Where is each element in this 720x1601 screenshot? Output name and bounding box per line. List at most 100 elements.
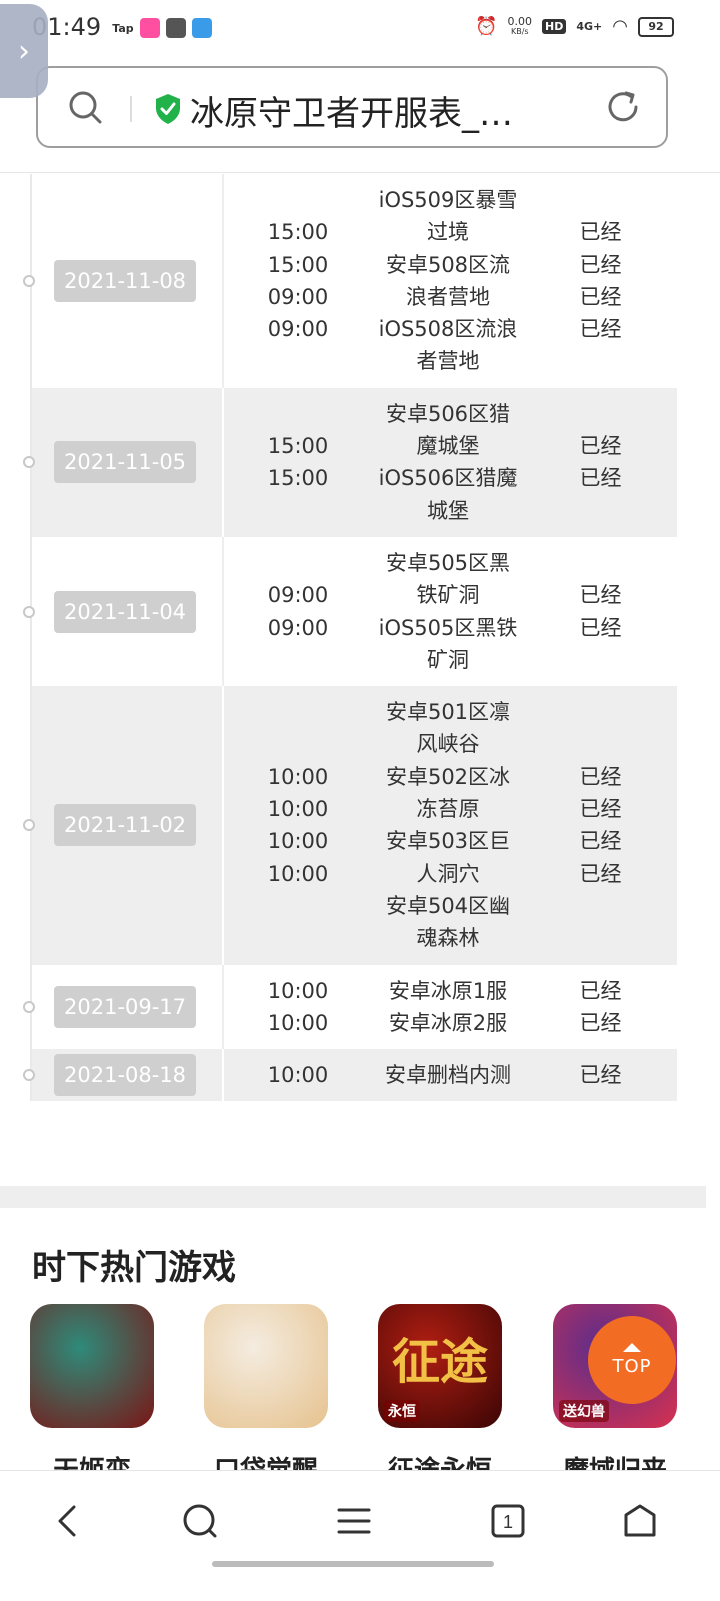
game-card[interactable]: 天姬变 <box>30 1304 154 1487</box>
message-icon <box>166 18 186 38</box>
arrow-up-icon <box>623 1343 641 1352</box>
server-name-text: 安卓冰原1服 <box>388 978 508 1003</box>
server-name-text: 冻苔原 <box>416 797 480 822</box>
tap-app-icon: Tap <box>112 21 134 35</box>
server-name-text: 安卓508区流 <box>385 252 511 277</box>
menu-icon[interactable] <box>334 1501 374 1541</box>
table-row: 2021-11-04 09:00 09:00 安卓505区黑 铁矿洞 iOS505区黑铁矿… <box>23 536 677 687</box>
status-text: 已经 <box>579 284 622 309</box>
divider <box>0 172 720 173</box>
address-bar[interactable]: 冰原守卫者开服表_… <box>36 66 668 148</box>
date-badge: 2021-11-08 <box>54 259 197 302</box>
game-card[interactable]: 口袋觉醒 <box>204 1304 328 1487</box>
date-badge: 2021-11-05 <box>54 441 197 484</box>
status-right: ⏰ 0.00 KB/s HD 4G+ ◠ 92 <box>475 16 674 37</box>
status-cell: 已经 已经 已经 已经 <box>524 174 677 388</box>
time-text: 15:00 <box>267 252 329 277</box>
home-indicator[interactable] <box>212 1561 494 1567</box>
back-icon[interactable] <box>48 1501 88 1541</box>
server-name-text: 铁矿洞 <box>416 583 480 608</box>
server-name-text: 风峡谷 <box>416 732 480 757</box>
game-card[interactable]: 征途永恒征途永恒 <box>378 1304 502 1487</box>
time-cell: 10:00 10:00 10:00 10:00 <box>224 686 372 964</box>
time-text: 10:00 <box>267 829 329 854</box>
server-name-text: 魔城堡 <box>416 434 480 459</box>
time-text: 09:00 <box>267 317 329 342</box>
date-badge: 2021-11-04 <box>54 590 197 633</box>
server-name-text: 安卓503区巨 <box>385 829 511 854</box>
hot-games-title: 时下热门游戏 <box>32 1248 236 1288</box>
hd-icon: HD <box>542 19 567 34</box>
server-name-cell: 安卓505区黑 铁矿洞 iOS505区黑铁 矿洞 <box>372 537 524 686</box>
time-cell: 09:00 09:00 <box>224 537 372 686</box>
status-text: 已经 <box>579 797 622 822</box>
time-text: 15:00 <box>267 220 329 245</box>
server-name-cell: 安卓冰原1服 安卓冰原2服 <box>372 965 524 1050</box>
chevron-right-icon: › <box>18 33 30 69</box>
status-text: 已经 <box>579 252 622 277</box>
server-name-cell: 安卓删档内测 <box>372 1049 524 1101</box>
notification-icons: Tap <box>112 18 212 38</box>
table-row: 2021-08-18 10:00 安卓删档内测 已经 <box>23 1049 677 1102</box>
time-text: 15:00 <box>267 434 329 459</box>
date-badge: 2021-08-18 <box>54 1054 197 1097</box>
tabs-icon[interactable]: 1 <box>488 1501 528 1541</box>
send-app-icon <box>192 18 212 38</box>
reload-icon[interactable] <box>604 88 642 126</box>
battery-icon: 92 <box>638 16 674 37</box>
time-text: 09:00 <box>267 583 329 608</box>
home-icon[interactable] <box>620 1501 660 1541</box>
time-cell: 10:00 <box>224 1049 372 1101</box>
server-name-cell: 安卓506区猎 魔城堡 iOS506区猎魔 城堡 <box>372 388 524 537</box>
table-row: 2021-11-08 15:00 15:00 09:00 09:00 iOS509区暴雪过… <box>23 174 677 388</box>
back-to-top-button[interactable]: TOP <box>588 1316 676 1404</box>
server-name-text: iOS506区猎魔 <box>378 466 518 491</box>
server-name-text: 安卓502区冰 <box>385 764 511 789</box>
app-notification-icon <box>140 18 160 38</box>
timeline-dot-icon <box>23 1000 35 1013</box>
signal-icon: 4G+ <box>576 20 603 33</box>
server-name-text: 过境 <box>427 220 469 245</box>
game-icon[interactable]: 征途 永恒 <box>378 1304 502 1428</box>
search-icon[interactable] <box>180 1501 220 1541</box>
server-name-text: 矿洞 <box>427 647 469 672</box>
status-cell: 已经 已经 <box>524 537 677 686</box>
time-text: 10:00 <box>267 797 329 822</box>
time-text: 09:00 <box>267 284 329 309</box>
status-text: 已经 <box>579 434 622 459</box>
game-icon-text: 征途 <box>391 1334 488 1390</box>
sidebar-expand-tab[interactable]: › <box>0 4 48 98</box>
svg-text:1: 1 <box>503 1512 513 1532</box>
date-cell: 2021-08-18 <box>23 1049 224 1102</box>
hot-games-list: 天姬变口袋觉醒征途永恒征途永恒送幻兽魔域归来 <box>30 1304 690 1486</box>
search-icon[interactable] <box>68 90 102 124</box>
status-text: 已经 <box>579 861 622 886</box>
game-icon[interactable] <box>204 1304 328 1428</box>
status-cell: 已经 <box>524 1049 677 1101</box>
section-separator <box>0 1186 706 1208</box>
server-name-text: 浪者营地 <box>406 284 490 309</box>
game-icon[interactable] <box>30 1304 154 1428</box>
date-cell: 2021-11-05 <box>23 387 224 537</box>
status-cell: 已经 已经 已经 已经 <box>524 686 677 964</box>
server-name-text: 安卓504区幽 <box>385 893 511 918</box>
status-text: 已经 <box>579 829 622 854</box>
date-cell: 2021-09-17 <box>23 964 224 1050</box>
timeline-dot-icon <box>23 456 35 469</box>
status-bar: 01:49 Tap ⏰ 0.00 KB/s HD 4G+ ◠ 92 <box>0 0 720 58</box>
server-name-text: 安卓冰原2服 <box>388 1010 508 1035</box>
server-name-text: 城堡 <box>427 498 469 523</box>
alarm-icon: ⏰ <box>475 16 498 37</box>
time-cell: 15:00 15:00 09:00 09:00 <box>224 174 372 388</box>
server-name-text: 者营地 <box>416 349 480 374</box>
status-text: 已经 <box>579 978 622 1003</box>
time-text: 15:00 <box>267 466 329 491</box>
wifi-icon: ◠ <box>612 16 628 37</box>
date-cell: 2021-11-04 <box>23 536 224 687</box>
date-cell: 2021-11-02 <box>23 686 224 965</box>
server-name-text: 安卓506区猎 <box>385 401 511 426</box>
server-name-text: 安卓505区黑 <box>385 550 511 575</box>
status-cell: 已经 已经 <box>524 965 677 1050</box>
page-title[interactable]: 冰原守卫者开服表_… <box>190 86 560 135</box>
time-text: 09:00 <box>267 615 329 640</box>
